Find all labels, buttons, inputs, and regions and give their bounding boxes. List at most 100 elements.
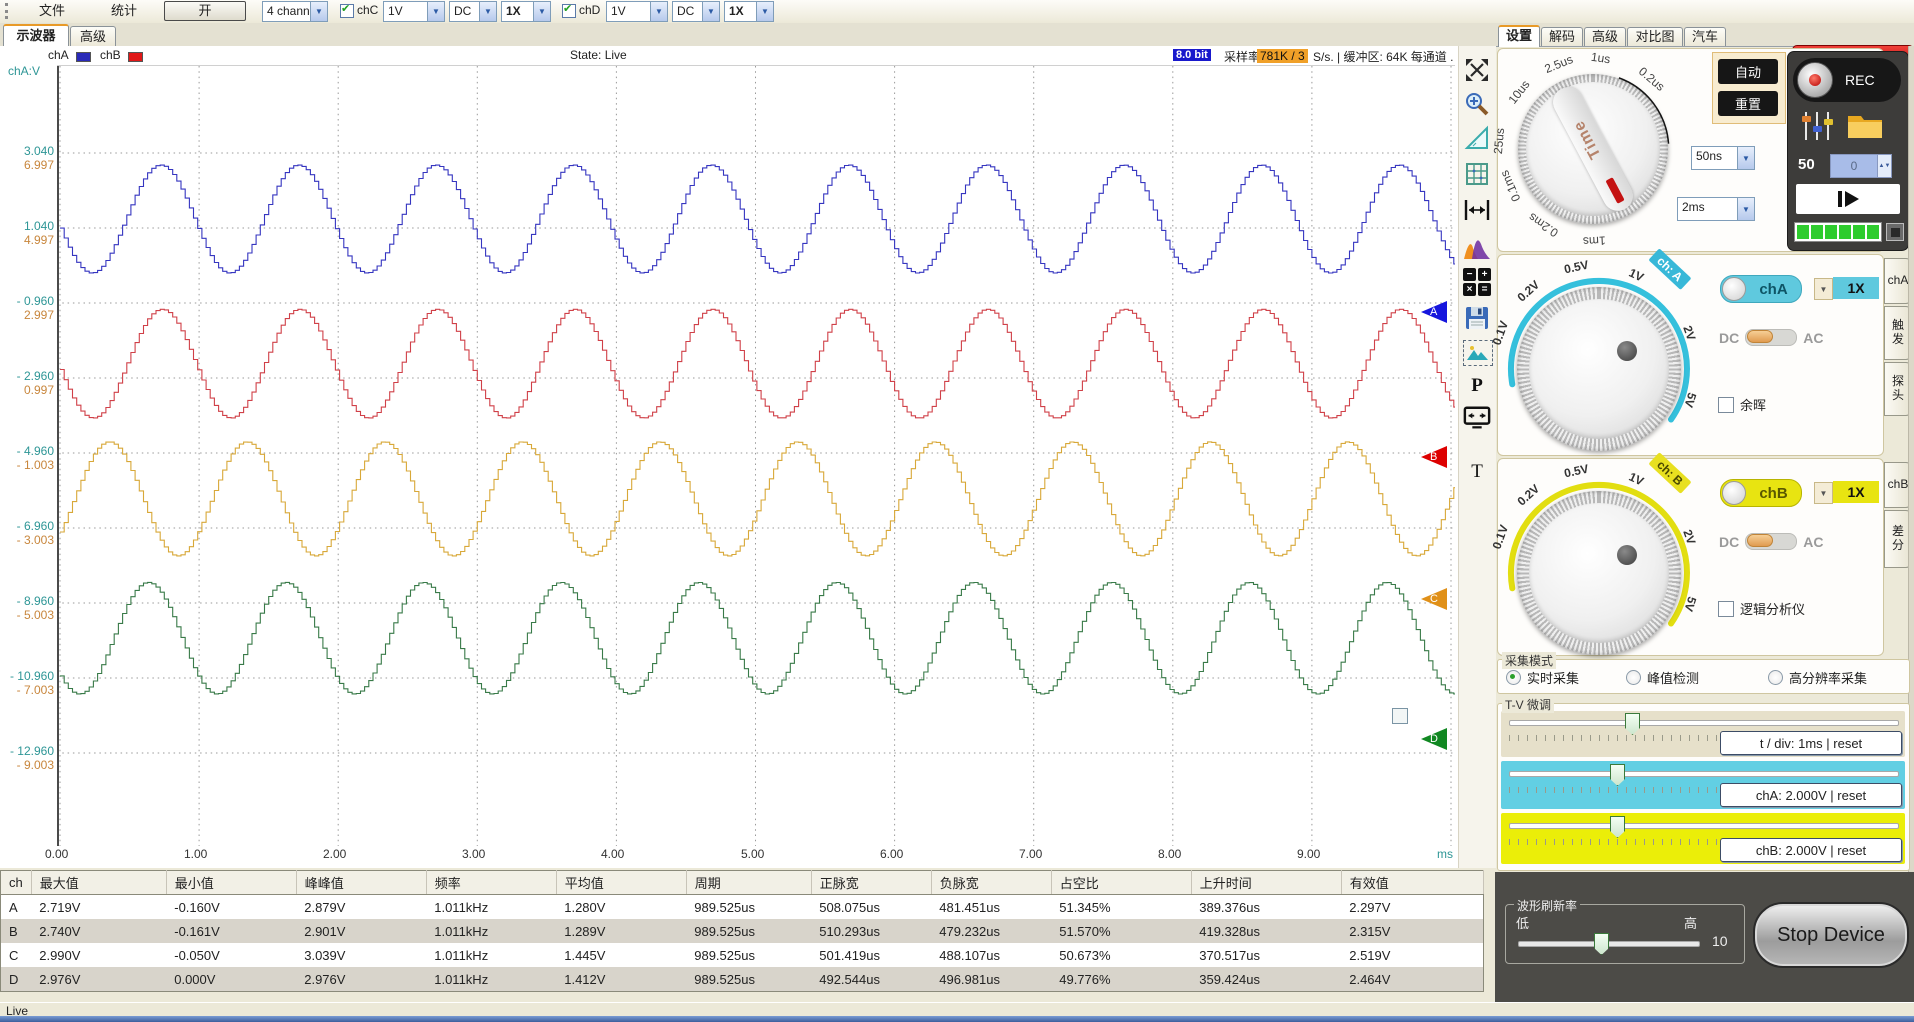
plot-handle-square[interactable] xyxy=(1392,708,1408,724)
record-count: 50 xyxy=(1798,156,1815,173)
ruler-triangle-icon[interactable] xyxy=(1463,124,1491,152)
chA-volts-knob-face xyxy=(1529,299,1669,439)
chB-coupling-toggle[interactable]: DCAC xyxy=(1719,533,1823,550)
chB-section: 0.1V0.2V0.5V1V2V5Vch: BchB▼1XDCAC逻辑分析仪 xyxy=(1497,458,1884,656)
tab-设置[interactable]: 设置 xyxy=(1498,25,1540,47)
chD-probe-select[interactable]: 1X▼ xyxy=(724,1,774,22)
record-stop-button[interactable] xyxy=(1886,223,1904,241)
tab-高级[interactable]: 高级 xyxy=(1584,27,1626,46)
step-play-button[interactable] xyxy=(1796,184,1900,214)
fit-screen-icon[interactable] xyxy=(1463,56,1491,84)
table-cell: 2.519V xyxy=(1341,943,1483,967)
table-cell: 989.525us xyxy=(686,943,811,967)
tab-汽车[interactable]: 汽车 xyxy=(1684,27,1726,46)
chA-reset-button[interactable]: chA: 2.000V | reset xyxy=(1720,783,1902,807)
legend-chB-swatch xyxy=(128,52,143,62)
y-tick-chA: - 12.960 xyxy=(2,744,54,758)
chA-badge: ch: A xyxy=(1648,248,1691,289)
samplerate-value: 781K / 3 xyxy=(1257,49,1308,63)
chD-volts-select[interactable]: 1V▼ xyxy=(606,1,668,22)
radio-icon[interactable] xyxy=(1768,670,1783,685)
math-operations-icon[interactable]: −+×= xyxy=(1463,268,1491,296)
tdiv-trim-track[interactable] xyxy=(1509,720,1899,726)
record-index-spinner[interactable]: ▲▼ xyxy=(1877,154,1892,178)
chC-probe-select[interactable]: 1X▼ xyxy=(501,1,551,22)
coupling-track[interactable] xyxy=(1745,533,1797,550)
chA-probe-value[interactable]: 1X xyxy=(1833,277,1879,299)
scope-display: chA chB State: Live 8.0 bit 采样率 781K / 3… xyxy=(0,46,1458,868)
tab-高级[interactable]: 高级 xyxy=(70,26,116,46)
chB-probe-value[interactable]: 1X xyxy=(1833,481,1879,503)
chA-option-checkbox[interactable]: 余晖 xyxy=(1718,395,1766,414)
menu-file[interactable]: 文件 xyxy=(28,2,76,20)
folder-icon[interactable] xyxy=(1846,110,1886,145)
stop-device-button[interactable]: Stop Device xyxy=(1753,902,1909,968)
trigger-text-icon[interactable]: T xyxy=(1463,458,1491,486)
tab-示波器[interactable]: 示波器 xyxy=(3,24,69,47)
radio-icon[interactable] xyxy=(1506,670,1521,685)
level-marker-chB[interactable]: B xyxy=(1421,446,1447,468)
histogram-icon[interactable] xyxy=(1463,234,1491,262)
chA-trim-thumb[interactable] xyxy=(1610,764,1625,786)
record-index-field[interactable]: 0 xyxy=(1830,154,1878,178)
acq-option-实时采集[interactable]: 实时采集 xyxy=(1506,668,1579,687)
refresh-low-label: 低 xyxy=(1516,913,1529,932)
chB-enable-toggle[interactable]: chB xyxy=(1720,479,1802,507)
chC-checkbox[interactable] xyxy=(340,4,354,18)
level-marker-chA[interactable]: A xyxy=(1421,301,1447,323)
acq-option-高分辨率采集[interactable]: 高分辨率采集 xyxy=(1768,668,1867,687)
power-button[interactable]: 开 xyxy=(164,1,246,21)
level-marker-chD[interactable]: D xyxy=(1421,728,1447,750)
y-tick-chA: 3.040 xyxy=(2,144,54,158)
zoom-icon[interactable] xyxy=(1463,90,1491,118)
table-cell: 1.412V xyxy=(556,967,686,992)
snapshot-icon[interactable] xyxy=(1463,340,1493,366)
chB-trim-track[interactable] xyxy=(1509,823,1899,829)
refresh-slider-thumb[interactable] xyxy=(1594,933,1609,955)
chA-trim-track[interactable] xyxy=(1509,771,1899,777)
marker-letter: C xyxy=(1430,593,1438,605)
channels-select[interactable]: 4 channels▼ xyxy=(262,1,328,22)
acq-option-峰值检测[interactable]: 峰值检测 xyxy=(1626,668,1699,687)
coupling-track[interactable] xyxy=(1745,329,1797,346)
chD-coupling-select[interactable]: DC▼ xyxy=(672,1,720,22)
chD-checkbox[interactable] xyxy=(562,4,576,18)
pass-fail-icon[interactable]: P xyxy=(1463,372,1491,400)
chA-coupling-toggle[interactable]: DCAC xyxy=(1719,329,1823,346)
timebase-fast-select[interactable]: 50ns▼ xyxy=(1691,146,1755,170)
ac-label: AC xyxy=(1803,330,1823,346)
waveform-plot[interactable] xyxy=(57,65,1455,846)
tv-trim-title: T-V 微调 xyxy=(1502,696,1554,713)
refresh-slider-track[interactable] xyxy=(1518,941,1700,947)
mixer-settings-icon[interactable] xyxy=(1800,110,1834,145)
chB-option-checkbox[interactable]: 逻辑分析仪 xyxy=(1718,599,1805,618)
table-cell: 49.776% xyxy=(1051,967,1191,992)
chB-reset-button[interactable]: chB: 2.000V | reset xyxy=(1720,838,1902,862)
display-pan-icon[interactable] xyxy=(1463,404,1491,432)
toolbar-grip[interactable] xyxy=(5,3,12,19)
tdiv-trim-thumb[interactable] xyxy=(1625,713,1640,735)
tab-解码[interactable]: 解码 xyxy=(1541,27,1583,46)
tab-对比图[interactable]: 对比图 xyxy=(1627,27,1683,46)
reset-button[interactable]: 重置 xyxy=(1718,91,1778,116)
timebase-slow-select[interactable]: 2ms▼ xyxy=(1677,197,1755,221)
radio-icon[interactable] xyxy=(1626,670,1641,685)
table-header-正脉宽: 正脉宽 xyxy=(811,871,931,895)
save-icon[interactable] xyxy=(1463,304,1491,332)
chA-enable-toggle[interactable]: chA xyxy=(1720,275,1802,303)
menu-statistics[interactable]: 统计 xyxy=(100,2,148,20)
scope-header: chA chB State: Live 8.0 bit 采样率 781K / 3… xyxy=(0,48,1458,64)
chB-trim-thumb[interactable] xyxy=(1610,816,1625,838)
chC-coupling-select[interactable]: DC▼ xyxy=(449,1,497,22)
rec-button[interactable]: REC xyxy=(1793,58,1901,102)
chC-volts-select[interactable]: 1V▼ xyxy=(383,1,445,22)
auto-button[interactable]: 自动 xyxy=(1718,59,1778,84)
chB-probe-caret[interactable]: ▼ xyxy=(1814,482,1833,504)
level-marker-chC[interactable]: C xyxy=(1421,588,1447,610)
horizontal-measure-icon[interactable] xyxy=(1463,196,1491,224)
device-control-panel: 波形刷新率 低 高 10 Stop Device xyxy=(1495,872,1914,1002)
tdiv-reset-button[interactable]: t / div: 1ms | reset xyxy=(1720,731,1902,755)
chA-probe-caret[interactable]: ▼ xyxy=(1814,278,1833,300)
chevron-down-icon: ▼ xyxy=(1737,147,1754,169)
grid-icon[interactable] xyxy=(1463,160,1491,188)
